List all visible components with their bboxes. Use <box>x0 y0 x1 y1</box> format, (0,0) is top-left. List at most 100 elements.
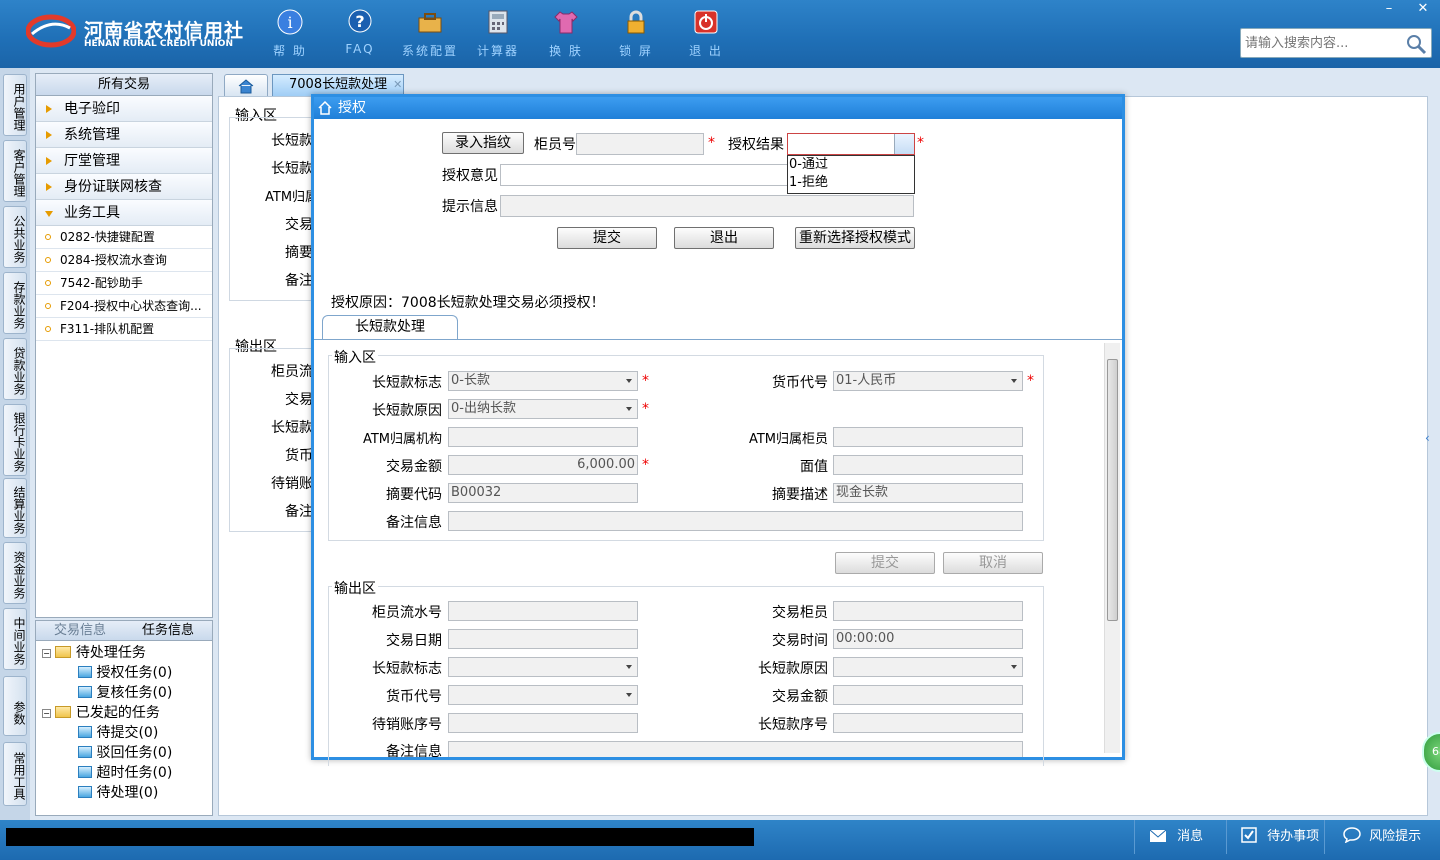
tab-7008[interactable]: 7008长短款处理 ✕ <box>272 74 404 96</box>
vtab-deposit[interactable]: 存款业务 <box>3 272 27 334</box>
vtab-settlement[interactable]: 结算业务 <box>3 478 27 538</box>
reselect-mode-button[interactable]: 重新选择授权模式 <box>795 227 915 249</box>
nav-group-e-seal[interactable]: 电子验印 <box>36 96 212 122</box>
help-button[interactable]: i 帮 助 <box>259 8 321 62</box>
auth-reason: 授权原因：7008长短款处理交易必须授权！ <box>331 295 605 311</box>
power-icon <box>694 10 718 34</box>
bg-label: 交易 <box>285 217 313 233</box>
side-expand-icon[interactable]: ‹ <box>1425 431 1430 445</box>
tree-node-rejected[interactable]: 驳回任务(0) <box>78 743 172 763</box>
vtab-loan[interactable]: 贷款业务 <box>3 338 27 400</box>
tree-node-timeout[interactable]: 超时任务(0) <box>78 763 172 783</box>
out-remark-input[interactable] <box>448 741 1023 757</box>
exit-button[interactable]: 退 出 <box>675 8 737 62</box>
nav-item-0284[interactable]: 0284-授权流水查询 <box>36 249 212 272</box>
minimize-button[interactable]: – <box>1372 0 1406 18</box>
auth-result-dropdown: 0-通过 1-拒绝 <box>787 155 915 194</box>
vtab-intermediary[interactable]: 中间业务 <box>3 608 27 670</box>
messages-button[interactable]: 消息 <box>1134 820 1226 854</box>
currency-label: 货币代号 <box>772 375 828 391</box>
fingerprint-button[interactable]: 录入指纹 <box>442 132 524 154</box>
system-config-button[interactable]: 系统配置 <box>399 8 461 62</box>
out-time-label: 交易时间 <box>772 633 828 649</box>
option-reject[interactable]: 1-拒绝 <box>788 174 914 192</box>
dropdown-arrow-icon[interactable] <box>894 134 914 154</box>
inner-input-area: 输入区 <box>332 347 378 367</box>
out-serial-input[interactable] <box>448 601 638 621</box>
todo-button[interactable]: 待办事项 <box>1226 820 1324 854</box>
out-time-input[interactable]: 00:00:00 <box>833 629 1023 649</box>
lock-icon <box>627 10 645 34</box>
nav-group-hall[interactable]: 厅堂管理 <box>36 148 212 174</box>
remark-input[interactable] <box>448 511 1023 531</box>
vtab-funds[interactable]: 资金业务 <box>3 542 27 604</box>
risk-alert-button[interactable]: 风险提示 <box>1324 820 1440 854</box>
tab-transaction-info[interactable]: 交易信息 <box>36 621 124 641</box>
out-seq-input[interactable] <box>833 713 1023 733</box>
tab-home[interactable] <box>224 74 268 96</box>
out-date-label: 交易日期 <box>386 633 442 649</box>
search-input[interactable] <box>1241 29 1401 57</box>
bg-label: 备注 <box>285 273 313 289</box>
faq-button[interactable]: ? FAQ <box>329 8 391 62</box>
required-mark: * <box>1027 373 1034 389</box>
vtab-bank-card[interactable]: 银行卡业务 <box>3 404 27 476</box>
nav-item-f311[interactable]: F311-排队机配置 <box>36 318 212 341</box>
bg-label: 长短款 <box>271 420 313 436</box>
scrollbar[interactable] <box>1104 343 1120 753</box>
currency-select[interactable]: 01-人民币 <box>833 371 1023 391</box>
tab-close-icon[interactable]: ✕ <box>393 78 402 91</box>
vtab-customer-mgmt[interactable]: 客户管理 <box>3 140 27 202</box>
atm-teller-input[interactable] <box>833 427 1023 447</box>
out-pending-input[interactable] <box>448 713 638 733</box>
out-currency-select[interactable] <box>448 685 638 705</box>
vtab-public-business[interactable]: 公共业务 <box>3 206 27 268</box>
teller-input[interactable] <box>576 133 704 155</box>
folder-icon <box>55 706 72 718</box>
tree-node-auth[interactable]: 授权任务(0) <box>78 663 172 683</box>
subtab-long-short[interactable]: 长短款处理 <box>322 315 458 339</box>
flag-select[interactable]: 0-长款 <box>448 371 638 391</box>
nav-item-7542[interactable]: 7542-配钞助手 <box>36 272 212 295</box>
nav-item-0282[interactable]: 0282-快捷键配置 <box>36 226 212 249</box>
out-date-input[interactable] <box>448 629 638 649</box>
out-flag-select[interactable] <box>448 657 638 677</box>
nav-group-tools[interactable]: 业务工具 <box>36 200 212 226</box>
calculator-button[interactable]: 计算器 <box>467 8 529 62</box>
out-reason-select[interactable] <box>833 657 1023 677</box>
submit-auth-button[interactable]: 提交 <box>557 227 657 249</box>
exit-auth-button[interactable]: 退出 <box>674 227 774 249</box>
tree-node-initiated[interactable]: − 已发起的任务 <box>42 703 160 723</box>
search-icon[interactable] <box>1405 33 1427 55</box>
amount-input[interactable]: 6,000.00 <box>448 455 638 475</box>
lock-screen-button[interactable]: 锁 屏 <box>605 8 667 62</box>
tab-task-info[interactable]: 任务信息 <box>124 621 212 641</box>
inner-cancel-button[interactable]: 取消 <box>943 552 1043 574</box>
tree-node-to-process[interactable]: 待处理(0) <box>78 783 158 803</box>
denom-input[interactable] <box>833 455 1023 475</box>
change-skin-button[interactable]: 换 肤 <box>535 8 597 62</box>
close-window-button[interactable]: ✕ <box>1406 0 1440 18</box>
folder-icon <box>55 646 72 658</box>
reason-select[interactable]: 0-出纳长款 <box>448 399 638 419</box>
scrollbar-thumb[interactable] <box>1107 359 1118 621</box>
abs-desc-input[interactable]: 现金长款 <box>833 483 1023 503</box>
nav-item-f204[interactable]: F204-授权中心状态查询... <box>36 295 212 318</box>
dialog-home-icon <box>318 101 332 115</box>
out-teller-input[interactable] <box>833 601 1023 621</box>
vtab-common-tools[interactable]: 常用工具 <box>3 742 27 806</box>
inner-submit-button[interactable]: 提交 <box>835 552 935 574</box>
tree-node-pending[interactable]: − 待处理任务 <box>42 643 146 663</box>
search-box <box>1240 28 1432 58</box>
vtab-params[interactable]: 参数 <box>3 676 27 736</box>
nav-group-system[interactable]: 系统管理 <box>36 122 212 148</box>
out-amount-input[interactable] <box>833 685 1023 705</box>
nav-group-id-check[interactable]: 身份证联网核查 <box>36 174 212 200</box>
hint-input[interactable] <box>500 195 914 217</box>
abs-code-input[interactable]: B00032 <box>448 483 638 503</box>
tree-node-to-submit[interactable]: 待提交(0) <box>78 723 158 743</box>
option-pass[interactable]: 0-通过 <box>788 156 914 174</box>
atm-org-input[interactable] <box>448 427 638 447</box>
vtab-user-mgmt[interactable]: 用户管理 <box>3 74 27 136</box>
tree-node-review[interactable]: 复核任务(0) <box>78 683 172 703</box>
